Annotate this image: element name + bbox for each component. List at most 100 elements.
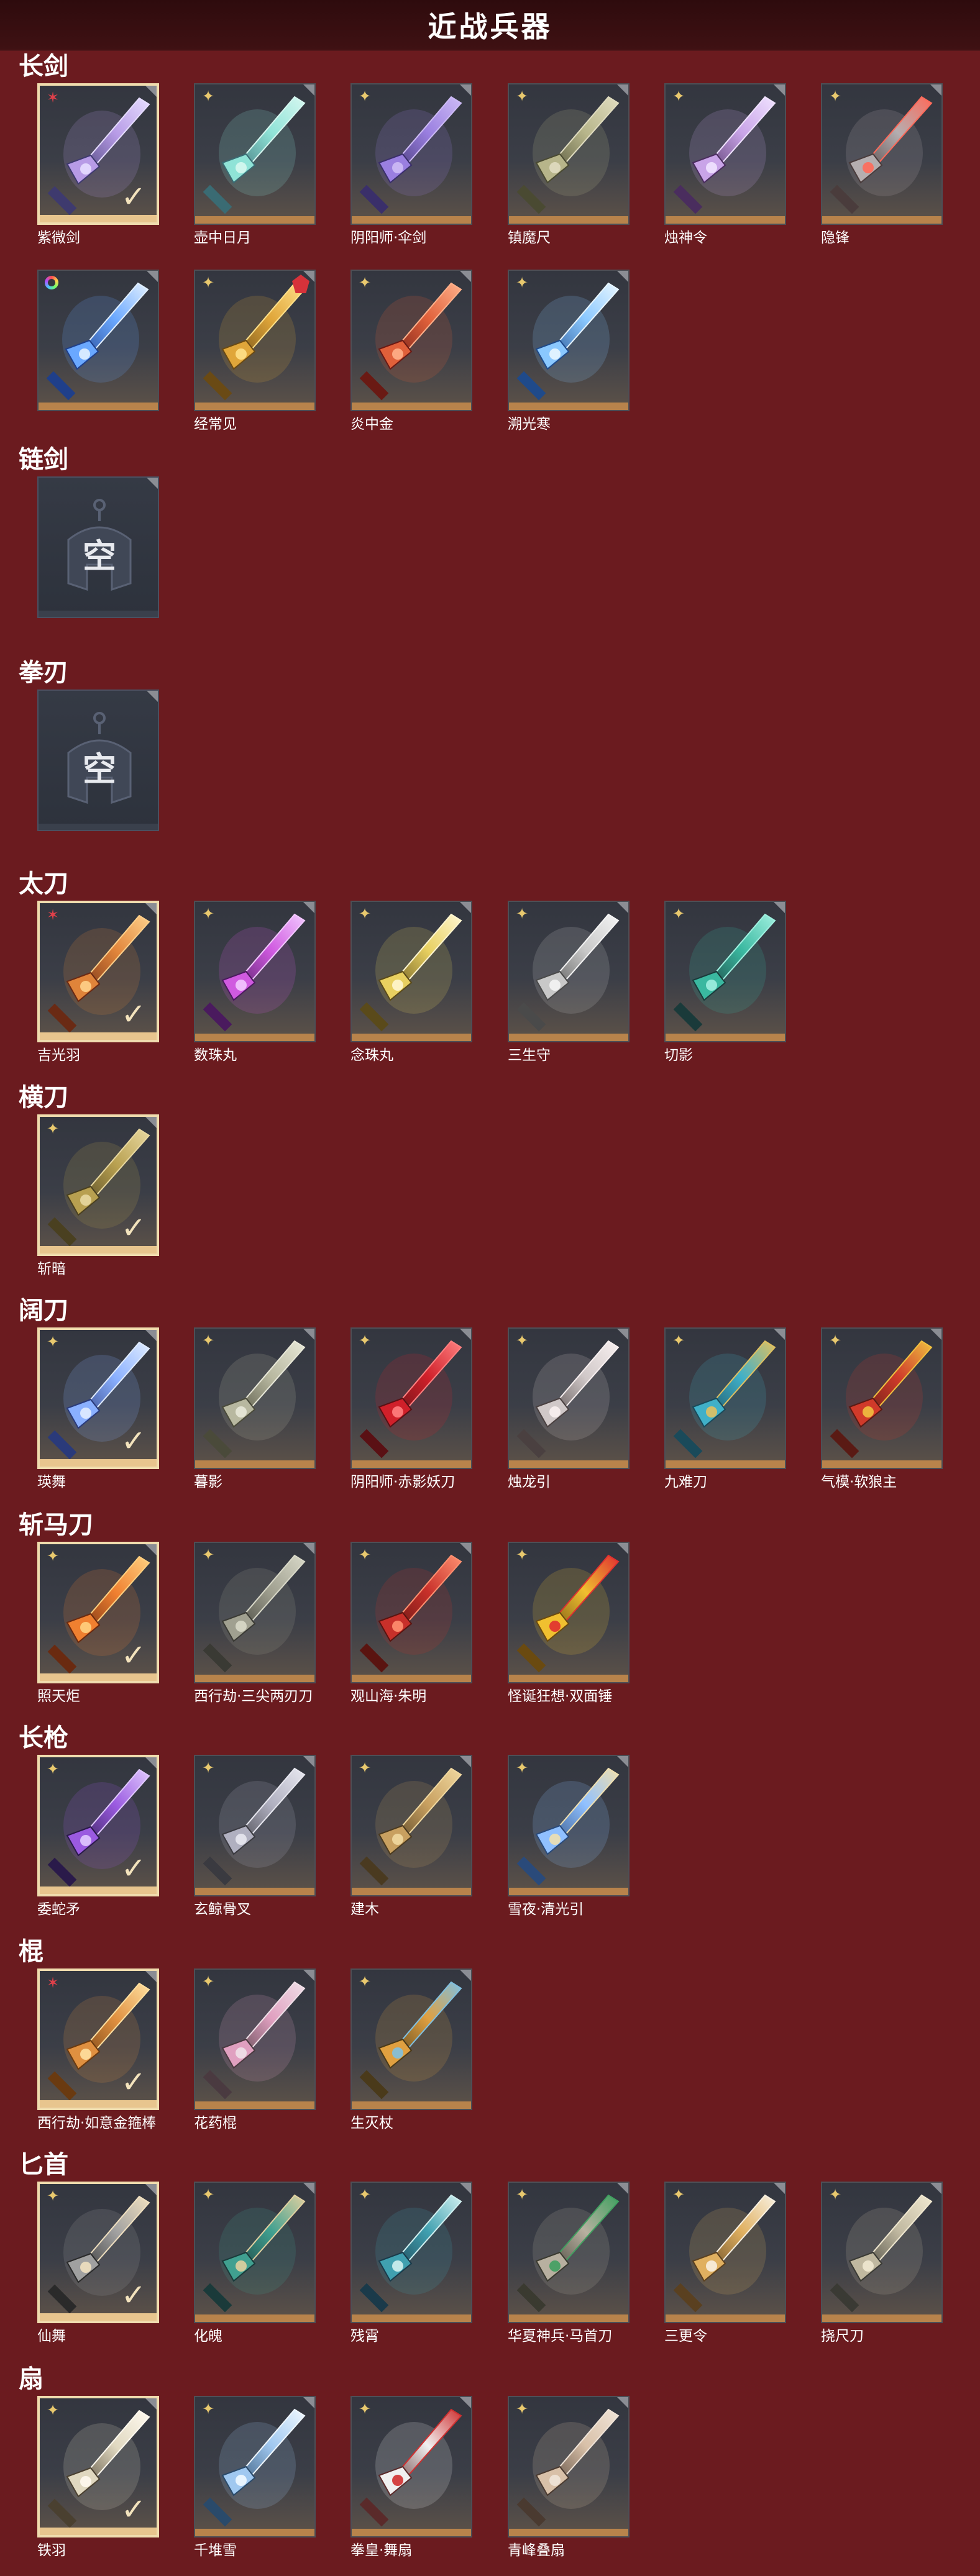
weapon-card: ✦ — [664, 2182, 786, 2323]
corner-fold-icon — [460, 1756, 471, 1767]
weapon-card: ✦ — [194, 2182, 316, 2323]
weapon-item[interactable]: ✶ ✓ 西行劫·如意金箍棒 — [37, 1968, 159, 2132]
weapon-name: 斩暗 — [37, 1261, 66, 1277]
weapon-item[interactable]: ✦ 数珠丸 — [194, 901, 316, 1065]
weapon-name: 吉光羽 — [37, 1047, 80, 1063]
weapon-item[interactable]: ✦ 壶中日月 — [194, 83, 316, 247]
section-title: 阔刀 — [19, 1296, 68, 1325]
weapon-item[interactable]: ✦ ✓ 委蛇矛 — [37, 1755, 159, 1919]
weapon-name: 瑛舞 — [37, 1474, 66, 1490]
weapon-item[interactable]: ✦ 西行劫·三尖两刃刀 — [194, 1542, 316, 1706]
weapon-item[interactable]: ✦ 烛龙引 — [508, 1327, 630, 1491]
section-title: 链剑 — [19, 445, 68, 474]
checkmark-icon: ✓ — [121, 1638, 147, 1673]
weapon-item[interactable]: ✦ 挠尺刀 — [821, 2182, 943, 2346]
weapon-card: ✶ ✓ — [37, 1968, 159, 2110]
weapon-item[interactable]: ✦ ✓ 铁羽 — [37, 2396, 159, 2560]
weapon-item[interactable]: ✦ 化魄 — [194, 2182, 316, 2346]
weapon-item[interactable]: ✦ 华夏神兵·马首刀 — [508, 2182, 630, 2346]
section-title: 拳刃 — [19, 658, 68, 687]
title-bar: 近战兵器 — [0, 0, 980, 51]
empty-slot-card: 空 — [37, 476, 159, 618]
weapon-item[interactable]: ✦ 念珠丸 — [350, 901, 472, 1065]
weapon-card: ✦ — [821, 1327, 943, 1469]
weapon-name: 数珠丸 — [194, 1047, 237, 1063]
weapon-item[interactable]: ✦ 花药棍 — [194, 1968, 316, 2132]
weapon-item[interactable]: ✦ 炎中金 — [350, 270, 472, 434]
empty-slot-text: 空 — [83, 537, 116, 576]
corner-fold-icon — [617, 271, 628, 282]
corner-fold-icon — [303, 902, 314, 913]
weapon-name: 花药棍 — [194, 2115, 237, 2131]
corner-fold-icon — [145, 1117, 157, 1128]
weapon-name: 溯光寒 — [508, 416, 551, 432]
weapon-item[interactable]: ✦ 烛神令 — [664, 83, 786, 247]
weapon-item[interactable]: ✦ 怪诞狂想·双面锤 — [508, 1542, 630, 1706]
empty-weapon-slot[interactable]: 空 — [37, 690, 159, 831]
weapon-item[interactable]: ✦ 阴阳师·赤影妖刀 — [350, 1327, 472, 1491]
empty-weapon-slot[interactable]: 空 — [37, 476, 159, 618]
section-title: 匕首 — [19, 2150, 68, 2179]
weapon-name: 铁羽 — [37, 2542, 66, 2559]
weapon-item[interactable]: ✦ 切影 — [664, 901, 786, 1065]
checkmark-icon: ✓ — [121, 1851, 147, 1886]
weapon-item[interactable]: ✦ 残霄 — [350, 2182, 472, 2346]
weapon-card: ✦ — [350, 1755, 472, 1896]
weapon-item[interactable]: ✦ 阴阳师·伞剑 — [350, 83, 472, 247]
corner-fold-icon — [145, 903, 157, 914]
weapon-name: 三更令 — [664, 2328, 707, 2344]
checkmark-icon: ✓ — [121, 2278, 147, 2313]
corner-fold-icon — [460, 271, 471, 282]
weapon-item[interactable]: ✦ 隐锋 — [821, 83, 943, 247]
gold-star-icon: ✦ — [515, 274, 529, 291]
weapon-item[interactable]: ✦ 观山海·朱明 — [350, 1542, 472, 1706]
weapon-item[interactable]: ✦ 九难刀 — [664, 1327, 786, 1491]
gold-star-icon: ✦ — [672, 88, 685, 105]
weapon-card: ✦ — [664, 901, 786, 1042]
red-star-icon: ✶ — [46, 906, 60, 924]
weapon-card: ✦ ✓ — [37, 2396, 159, 2537]
corner-fold-icon — [617, 2397, 628, 2408]
weapon-item[interactable]: ✦ 气模·软狼主 — [821, 1327, 943, 1491]
corner-fold-icon — [303, 1970, 314, 1981]
weapon-card: ✦ — [664, 1327, 786, 1469]
weapon-name: 西行劫·如意金箍棒 — [37, 2115, 157, 2131]
weapon-item[interactable]: ✦ ✓ 照天炬 — [37, 1542, 159, 1706]
weapon-item[interactable]: ✦ 三更令 — [664, 2182, 786, 2346]
weapon-item[interactable]: ✦ 青峰叠扇 — [508, 2396, 630, 2560]
gold-star-icon: ✦ — [515, 2400, 529, 2418]
weapon-item[interactable]: ✶ ✓ 紫微剑 — [37, 83, 159, 247]
weapon-item[interactable]: ✦ 拳皇·舞扇 — [350, 2396, 472, 2560]
checkmark-icon: ✓ — [121, 2065, 147, 2100]
red-star-icon: ✶ — [46, 89, 60, 106]
weapon-card: ✦ — [350, 1542, 472, 1683]
weapon-item[interactable]: ✦ 三生守 — [508, 901, 630, 1065]
gold-star-icon: ✦ — [828, 88, 842, 105]
weapon-item[interactable]: ✦ 雪夜·清光引 — [508, 1755, 630, 1919]
weapon-card: ✦ — [508, 270, 630, 411]
weapon-item[interactable]: ✦ 溯光寒 — [508, 270, 630, 434]
weapon-item[interactable]: ✶ ✓ 吉光羽 — [37, 901, 159, 1065]
weapon-item[interactable]: ✦ 镇魔尺 — [508, 83, 630, 247]
gold-star-icon: ✦ — [201, 1332, 215, 1349]
gold-star-icon: ✦ — [201, 274, 215, 291]
rainbow-ring-icon — [45, 276, 58, 289]
weapon-item[interactable]: ✦ ✓ 瑛舞 — [37, 1327, 159, 1491]
weapon-item[interactable]: ✦ 玄鲸骨叉 — [194, 1755, 316, 1919]
weapon-item[interactable]: ✦ 经常见 — [194, 270, 316, 434]
weapon-item[interactable] — [37, 270, 159, 415]
weapon-collection-page: 近战兵器 长剑 ✶ ✓ 紫微剑 ✦ 壶中日月 ✦ 阴阳师·伞剑 ✦ 镇魔尺 ✦ 烛神令 ✦ 隐锋 ✦ 经常见 ✦… — [0, 0, 980, 2576]
weapon-name: 隐锋 — [821, 230, 849, 246]
corner-fold-icon — [303, 2183, 314, 2194]
weapon-name: 生灭杖 — [350, 2115, 393, 2131]
weapon-name: 镇魔尺 — [508, 230, 551, 246]
weapon-item[interactable]: ✦ 暮影 — [194, 1327, 316, 1491]
weapon-item[interactable]: ✦ 生灭杖 — [350, 1968, 472, 2132]
weapon-card: ✦ — [194, 1755, 316, 1896]
weapon-item[interactable]: ✦ 千堆雪 — [194, 2396, 316, 2560]
weapon-item[interactable]: ✦ ✓ 仙舞 — [37, 2182, 159, 2346]
weapon-card: ✦ — [350, 83, 472, 225]
weapon-item[interactable]: ✦ 建木 — [350, 1755, 472, 1919]
weapon-name: 西行劫·三尖两刃刀 — [194, 1688, 313, 1704]
weapon-item[interactable]: ✦ ✓ 斩暗 — [37, 1114, 159, 1278]
